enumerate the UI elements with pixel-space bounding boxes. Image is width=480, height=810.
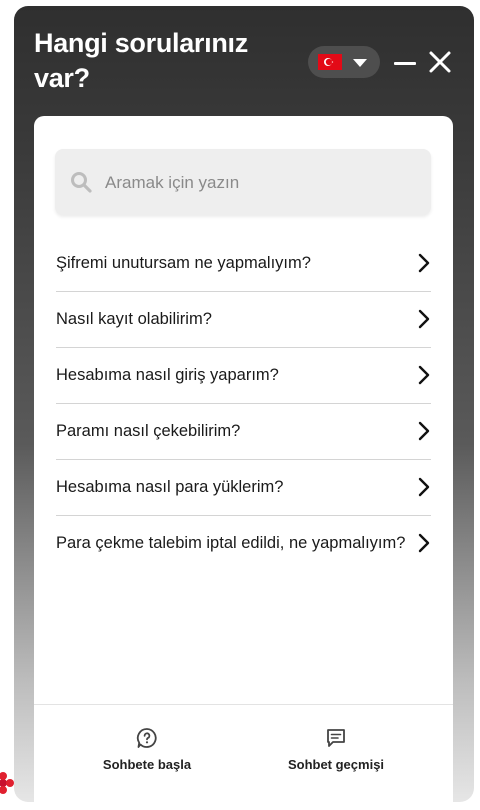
close-icon — [429, 51, 451, 73]
chevron-right-icon — [418, 309, 430, 329]
search-icon — [71, 172, 92, 193]
widget-footer: Sohbete başla Sohbet geçmişi — [34, 704, 453, 802]
widget-title: Hangi sorularınız var? — [34, 28, 248, 93]
chevron-right-icon — [418, 477, 430, 497]
faq-item[interactable]: Hesabıma nasıl para yüklerim? — [56, 460, 431, 516]
faq-question: Nasıl kayıt olabilirim? — [56, 310, 212, 328]
chat-history-label: Sohbet geçmişi — [287, 757, 385, 772]
start-chat-label: Sohbete başla — [102, 757, 192, 772]
chat-question-icon — [136, 728, 157, 748]
faq-question: Hesabıma nasıl para yüklerim? — [56, 478, 284, 496]
faq-item[interactable]: Hesabıma nasıl giriş yaparım? — [56, 348, 431, 404]
faq-list: Şifremi unutursam ne yapmalıyım? Nasıl k… — [56, 236, 431, 571]
decorative-flower-icon — [0, 772, 14, 794]
chevron-right-icon — [418, 421, 430, 441]
minimize-button[interactable] — [394, 58, 416, 70]
faq-question: Hesabıma nasıl giriş yaparım? — [56, 366, 279, 384]
close-button[interactable] — [428, 50, 452, 74]
faq-question: Şifremi unutursam ne yapmalıyım? — [56, 254, 311, 272]
faq-item[interactable]: Şifremi unutursam ne yapmalıyım? — [56, 236, 431, 292]
search-box[interactable] — [55, 149, 431, 215]
faq-question: Paramı nasıl çekebilirim? — [56, 422, 241, 440]
chevron-right-icon — [418, 365, 430, 385]
faq-question: Para çekme talebim iptal edildi, ne yapm… — [56, 534, 406, 552]
chevron-right-icon — [418, 533, 430, 553]
faq-item[interactable]: Paramı nasıl çekebilirim? — [56, 404, 431, 460]
chevron-down-icon — [353, 59, 367, 67]
faq-item[interactable]: Nasıl kayıt olabilirim? — [56, 292, 431, 348]
chat-history-icon — [327, 729, 345, 747]
search-input[interactable] — [103, 167, 417, 199]
help-widget: Hangi sorularınız var? Aramak için yazın… — [14, 6, 474, 802]
start-chat-button[interactable]: Sohbete başla — [77, 727, 217, 787]
chevron-right-icon — [418, 253, 430, 273]
faq-item[interactable]: Para çekme talebim iptal edildi, ne yapm… — [56, 516, 431, 571]
turkey-flag-icon — [318, 54, 342, 70]
chat-history-button[interactable]: Sohbet geçmişi — [266, 727, 406, 787]
faq-panel: Şifremi unutursam ne yapmalıyım? Nasıl k… — [34, 116, 453, 802]
language-selector[interactable] — [308, 46, 380, 78]
